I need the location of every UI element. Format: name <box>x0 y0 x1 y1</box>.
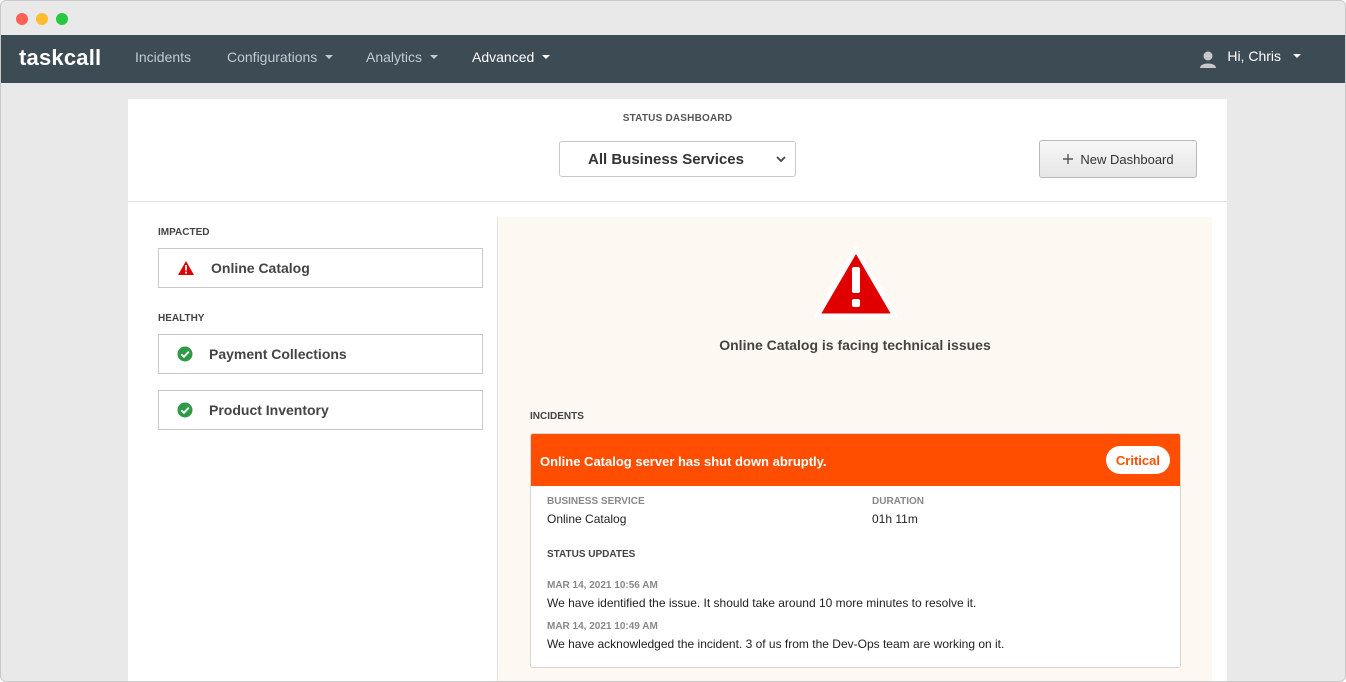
close-window-button[interactable] <box>16 13 28 25</box>
service-item-online-catalog[interactable]: Online Catalog <box>158 248 483 288</box>
user-avatar-icon <box>1200 51 1217 68</box>
incidents-heading: INCIDENTS <box>530 411 584 422</box>
nav-advanced[interactable]: Advanced <box>472 49 551 65</box>
user-menu[interactable]: Hi, Chris <box>1199 47 1301 68</box>
chevron-down-icon <box>776 156 786 163</box>
nav-incidents[interactable]: Incidents <box>135 49 191 65</box>
check-circle-icon <box>177 346 193 362</box>
new-dashboard-label: New Dashboard <box>1080 151 1174 167</box>
incident-title: Online Catalog server has shut down abru… <box>540 454 827 469</box>
browser-window: taskcall Incidents Configurations Analyt… <box>0 0 1346 682</box>
window-titlebar <box>1 1 1345 35</box>
update-timestamp: MAR 14, 2021 10:49 AM <box>547 621 658 632</box>
check-circle-icon <box>177 402 193 418</box>
incident-header: Online Catalog server has shut down abru… <box>531 434 1180 486</box>
severity-badge: Critical <box>1105 446 1170 474</box>
healthy-heading: HEALTHY <box>158 313 205 324</box>
caret-down-icon <box>430 55 439 59</box>
service-status-message: Online Catalog is facing technical issue… <box>719 337 991 353</box>
header-divider <box>128 201 1227 202</box>
service-item-payment-collections[interactable]: Payment Collections <box>158 334 483 374</box>
service-name: Online Catalog <box>211 260 310 276</box>
nav-advanced-label: Advanced <box>472 49 535 65</box>
maximize-window-button[interactable] <box>56 13 68 25</box>
service-name: Payment Collections <box>209 346 347 362</box>
service-item-product-inventory[interactable]: Product Inventory <box>158 390 483 430</box>
update-timestamp: MAR 14, 2021 10:56 AM <box>547 580 658 591</box>
impacted-heading: IMPACTED <box>158 227 210 238</box>
caret-down-icon <box>1293 54 1301 58</box>
service-name: Product Inventory <box>209 402 329 418</box>
warning-icon <box>178 261 194 275</box>
duration-label: DURATION <box>872 496 925 507</box>
business-service-label: BUSINESS SERVICE <box>547 496 645 507</box>
plus-icon <box>1063 154 1074 164</box>
dashboard-card: STATUS DASHBOARD All Business Services N… <box>128 99 1227 681</box>
minimize-window-button[interactable] <box>36 13 48 25</box>
user-greeting: Hi, Chris <box>1227 48 1281 64</box>
update-text: We have identified the issue. It should … <box>547 596 977 610</box>
nav-analytics-label: Analytics <box>366 49 423 65</box>
nav-configurations-label: Configurations <box>227 49 318 65</box>
nav-configurations[interactable]: Configurations <box>227 49 334 65</box>
nav-analytics[interactable]: Analytics <box>366 49 439 65</box>
incident-card[interactable]: Online Catalog server has shut down abru… <box>530 433 1181 668</box>
business-service-value: Online Catalog <box>547 512 627 526</box>
duration-value: 01h 11m <box>872 512 918 526</box>
top-navbar: taskcall Incidents Configurations Analyt… <box>1 35 1345 83</box>
selected-service-label: All Business Services <box>588 150 744 168</box>
update-text: We have acknowledged the incident. 3 of … <box>547 637 1005 651</box>
dashboard-heading: STATUS DASHBOARD <box>622 113 733 124</box>
caret-down-icon <box>325 55 334 59</box>
caret-down-icon <box>542 55 551 59</box>
nav-incidents-label: Incidents <box>135 49 192 65</box>
business-service-select[interactable]: All Business Services <box>559 141 796 177</box>
new-dashboard-button[interactable]: New Dashboard <box>1039 140 1197 178</box>
large-warning-icon <box>814 246 898 319</box>
brand-logo[interactable]: taskcall <box>19 45 101 71</box>
service-detail-panel: Online Catalog is facing technical issue… <box>498 217 1212 681</box>
status-updates-label: STATUS UPDATES <box>547 549 636 560</box>
